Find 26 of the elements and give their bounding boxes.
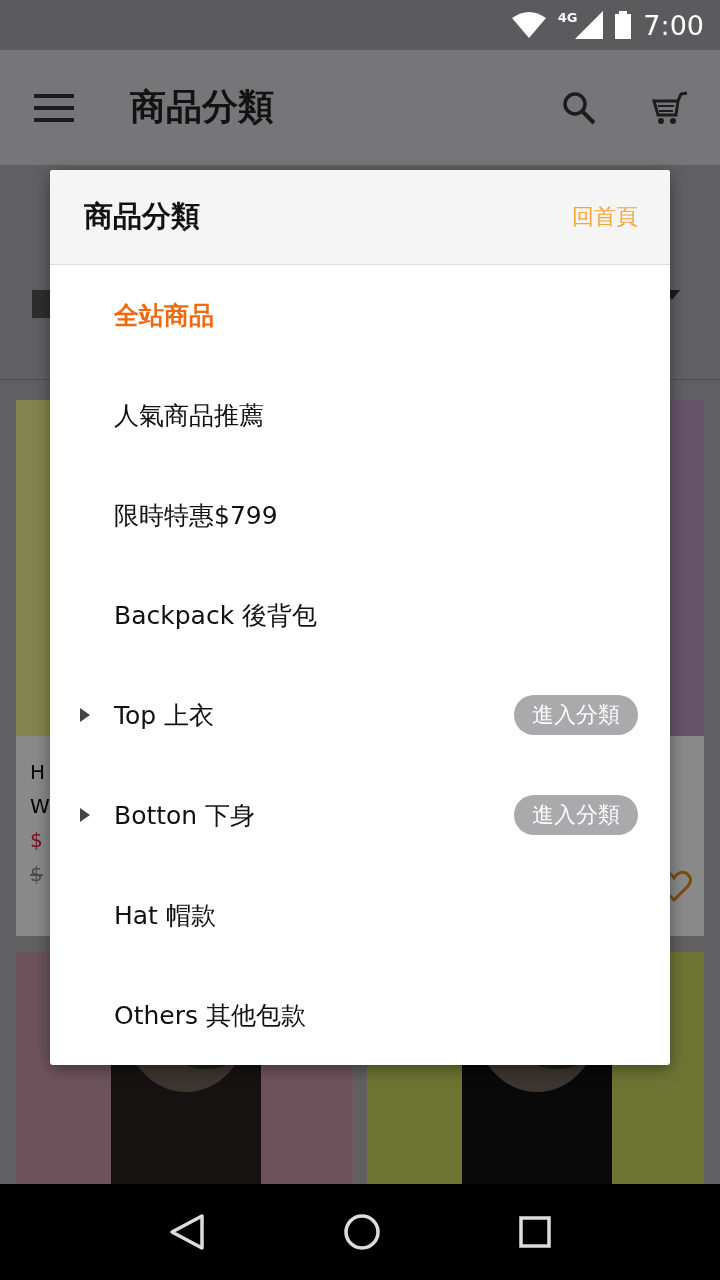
category-item[interactable]: 限時特惠$799: [114, 498, 638, 532]
wifi-icon: [511, 12, 546, 38]
app-title: 商品分類: [130, 85, 275, 129]
product-name: H: [30, 760, 46, 784]
category-item[interactable]: Others 其他包款: [114, 998, 638, 1032]
product-name: W: [30, 794, 50, 818]
category-item[interactable]: 人氣商品推薦: [114, 398, 638, 432]
search-icon[interactable]: [562, 90, 596, 125]
home-icon[interactable]: [344, 1214, 380, 1250]
expand-arrow-icon[interactable]: [80, 808, 90, 822]
category-item[interactable]: Backpack 後背包: [114, 598, 638, 632]
overview-icon[interactable]: [518, 1216, 551, 1248]
clock: 7:00: [643, 9, 704, 41]
category-item[interactable]: Top 上衣: [114, 698, 514, 732]
network-type: 4G: [557, 9, 578, 25]
signal-icon: [575, 11, 604, 39]
dialog-title: 商品分類: [84, 198, 200, 235]
back-icon[interactable]: [169, 1213, 206, 1251]
battery-icon: [615, 11, 632, 39]
category-item[interactable]: Botton 下身: [114, 798, 514, 832]
product-price: $: [30, 828, 43, 852]
cart-icon[interactable]: [652, 90, 688, 125]
category-item[interactable]: Hat 帽款: [114, 898, 638, 932]
menu-icon[interactable]: [34, 93, 74, 122]
expand-arrow-icon[interactable]: [80, 708, 90, 722]
original-price: $: [30, 862, 43, 886]
